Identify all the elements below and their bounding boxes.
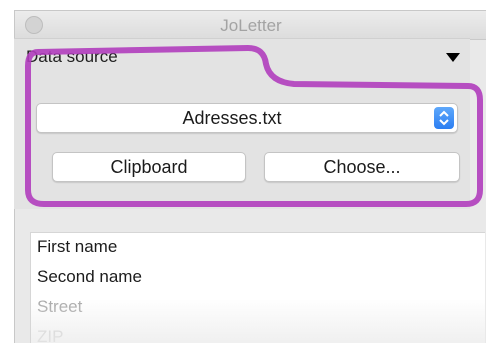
titlebar: JoLetter bbox=[15, 11, 486, 40]
window-title: JoLetter bbox=[220, 16, 282, 35]
list-fade bbox=[31, 299, 485, 343]
clipboard-button[interactable]: Clipboard bbox=[52, 152, 246, 182]
choose-button[interactable]: Choose... bbox=[264, 152, 460, 182]
list-item[interactable]: First name bbox=[37, 237, 117, 257]
list-item[interactable]: ZIP bbox=[37, 327, 63, 347]
selected-file: Adresses.txt bbox=[182, 108, 282, 128]
data-source-header[interactable]: Data source bbox=[26, 47, 118, 67]
updown-arrows-icon bbox=[434, 107, 454, 129]
list-item[interactable]: Street bbox=[37, 297, 82, 317]
data-source-popup[interactable]: Adresses.txt bbox=[36, 103, 458, 133]
fields-list: First name Second name Street ZIP bbox=[30, 232, 485, 346]
list-item[interactable]: Second name bbox=[37, 267, 142, 287]
triangle-down-icon[interactable] bbox=[446, 53, 460, 62]
